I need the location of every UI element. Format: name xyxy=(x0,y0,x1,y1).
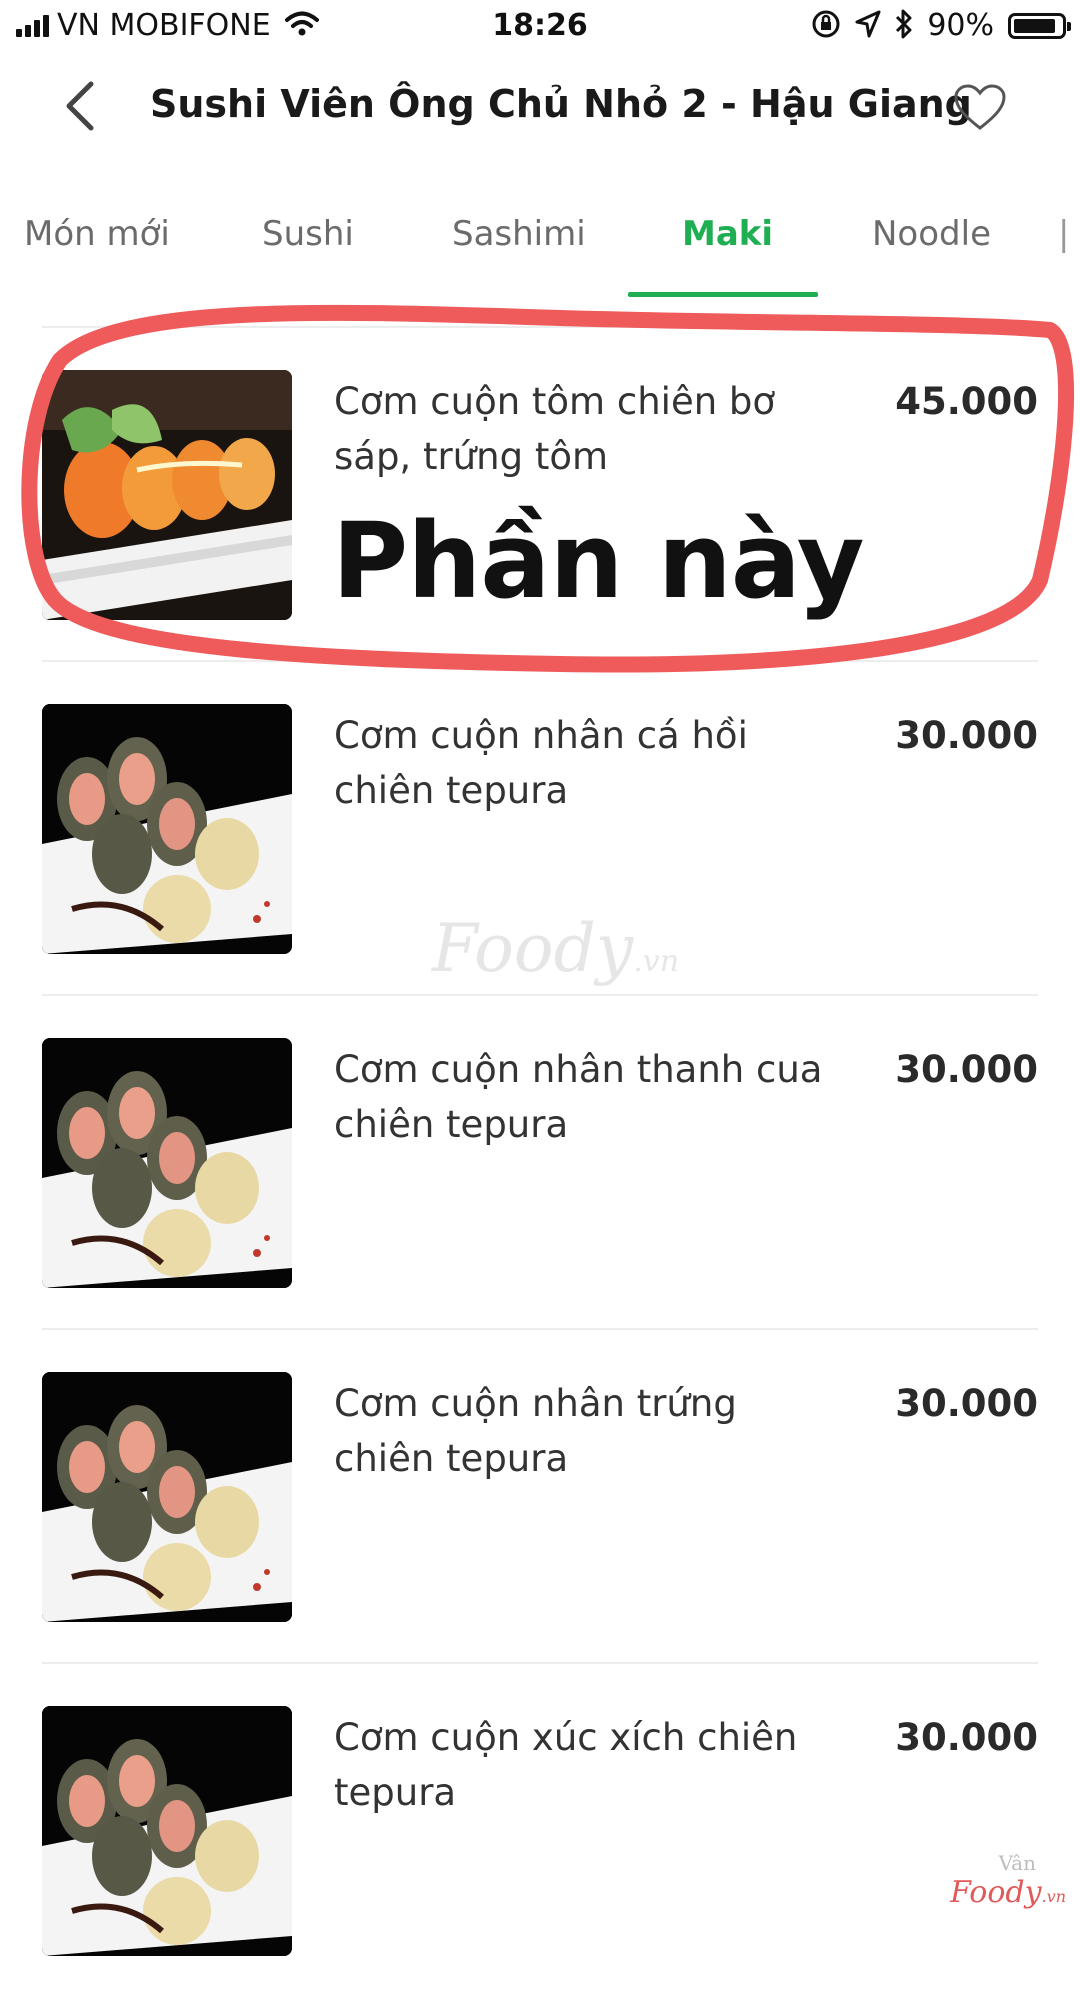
logo-suffix: .vn xyxy=(1041,1887,1066,1906)
dish-price: 30.000 xyxy=(895,714,1038,757)
dish-price: 30.000 xyxy=(895,1048,1038,1091)
divider xyxy=(42,326,1038,328)
tab-sushi[interactable]: Sushi xyxy=(262,214,354,254)
dish-image xyxy=(42,1038,292,1288)
heart-outline-icon xyxy=(953,84,1007,136)
wifi-icon xyxy=(284,11,319,41)
divider xyxy=(42,660,1038,662)
dish-image xyxy=(42,704,292,954)
dish-image xyxy=(42,1706,292,1956)
dish-image xyxy=(42,370,292,620)
battery-icon xyxy=(1008,12,1071,39)
category-tabs: Món mới Sushi Sashimi Maki Noodle | xyxy=(0,196,1080,302)
tab-mon-moi[interactable]: Món mới xyxy=(24,214,170,254)
status-bar: VN MOBIFONE 18:26 90% xyxy=(0,0,1080,54)
active-tab-indicator xyxy=(628,292,818,297)
battery-level xyxy=(1014,18,1056,33)
chevron-left-icon xyxy=(63,80,97,136)
back-button[interactable] xyxy=(50,78,110,138)
menu-item[interactable]: Cơm cuộn nhân thanh cua chiên tepura 30.… xyxy=(42,994,1038,1328)
dish-price: 30.000 xyxy=(895,1382,1038,1425)
tab-maki[interactable]: Maki xyxy=(682,214,773,254)
status-bar-left: VN MOBIFONE xyxy=(16,8,319,43)
dish-name: Cơm cuộn nhân trứng chiên tepura xyxy=(334,1382,737,1480)
dish-price: 30.000 xyxy=(895,1716,1038,1759)
menu-item[interactable]: Cơm cuộn nhân trứng chiên tepura 30.000 xyxy=(42,1328,1038,1662)
tab-sashimi[interactable]: Sashimi xyxy=(452,214,586,254)
dish-name: Cơm cuộn nhân cá hồi chiên tepura xyxy=(334,714,748,812)
divider xyxy=(42,994,1038,996)
dish-image xyxy=(42,1372,292,1622)
header: Sushi Viên Ông Chủ Nhỏ 2 - Hậu Giang xyxy=(0,54,1080,164)
signal-icon xyxy=(16,14,49,37)
orientation-lock-icon xyxy=(811,9,841,43)
battery-percent: 90% xyxy=(927,8,994,43)
menu-item[interactable]: Cơm cuộn nhân cá hồi chiên tepura 30.000 xyxy=(42,660,1038,994)
divider xyxy=(42,1328,1038,1330)
dish-price: 45.000 xyxy=(895,380,1038,423)
annotation-text: Phần này xyxy=(332,500,864,622)
favorite-button[interactable] xyxy=(950,82,1010,138)
dish-name: Cơm cuộn tôm chiên bơ sáp, trứng tôm xyxy=(334,380,776,478)
menu-item[interactable]: Cơm cuộn xúc xích chiên tepura 30.000 xyxy=(42,1662,1038,1996)
status-bar-right: 90% xyxy=(811,8,1071,43)
dish-name: Cơm cuộn nhân thanh cua chiên tepura xyxy=(334,1048,823,1146)
location-icon xyxy=(855,10,881,42)
tab-noodle[interactable]: Noodle xyxy=(872,214,991,254)
dish-name: Cơm cuộn xúc xích chiên tepura xyxy=(334,1716,798,1814)
bluetooth-icon xyxy=(895,9,913,43)
page-title: Sushi Viên Ông Chủ Nhỏ 2 - Hậu Giang xyxy=(150,82,972,126)
carrier-name: VN MOBIFONE xyxy=(57,8,271,43)
tab-next-partial[interactable]: | xyxy=(1058,214,1069,254)
divider xyxy=(42,1662,1038,1664)
